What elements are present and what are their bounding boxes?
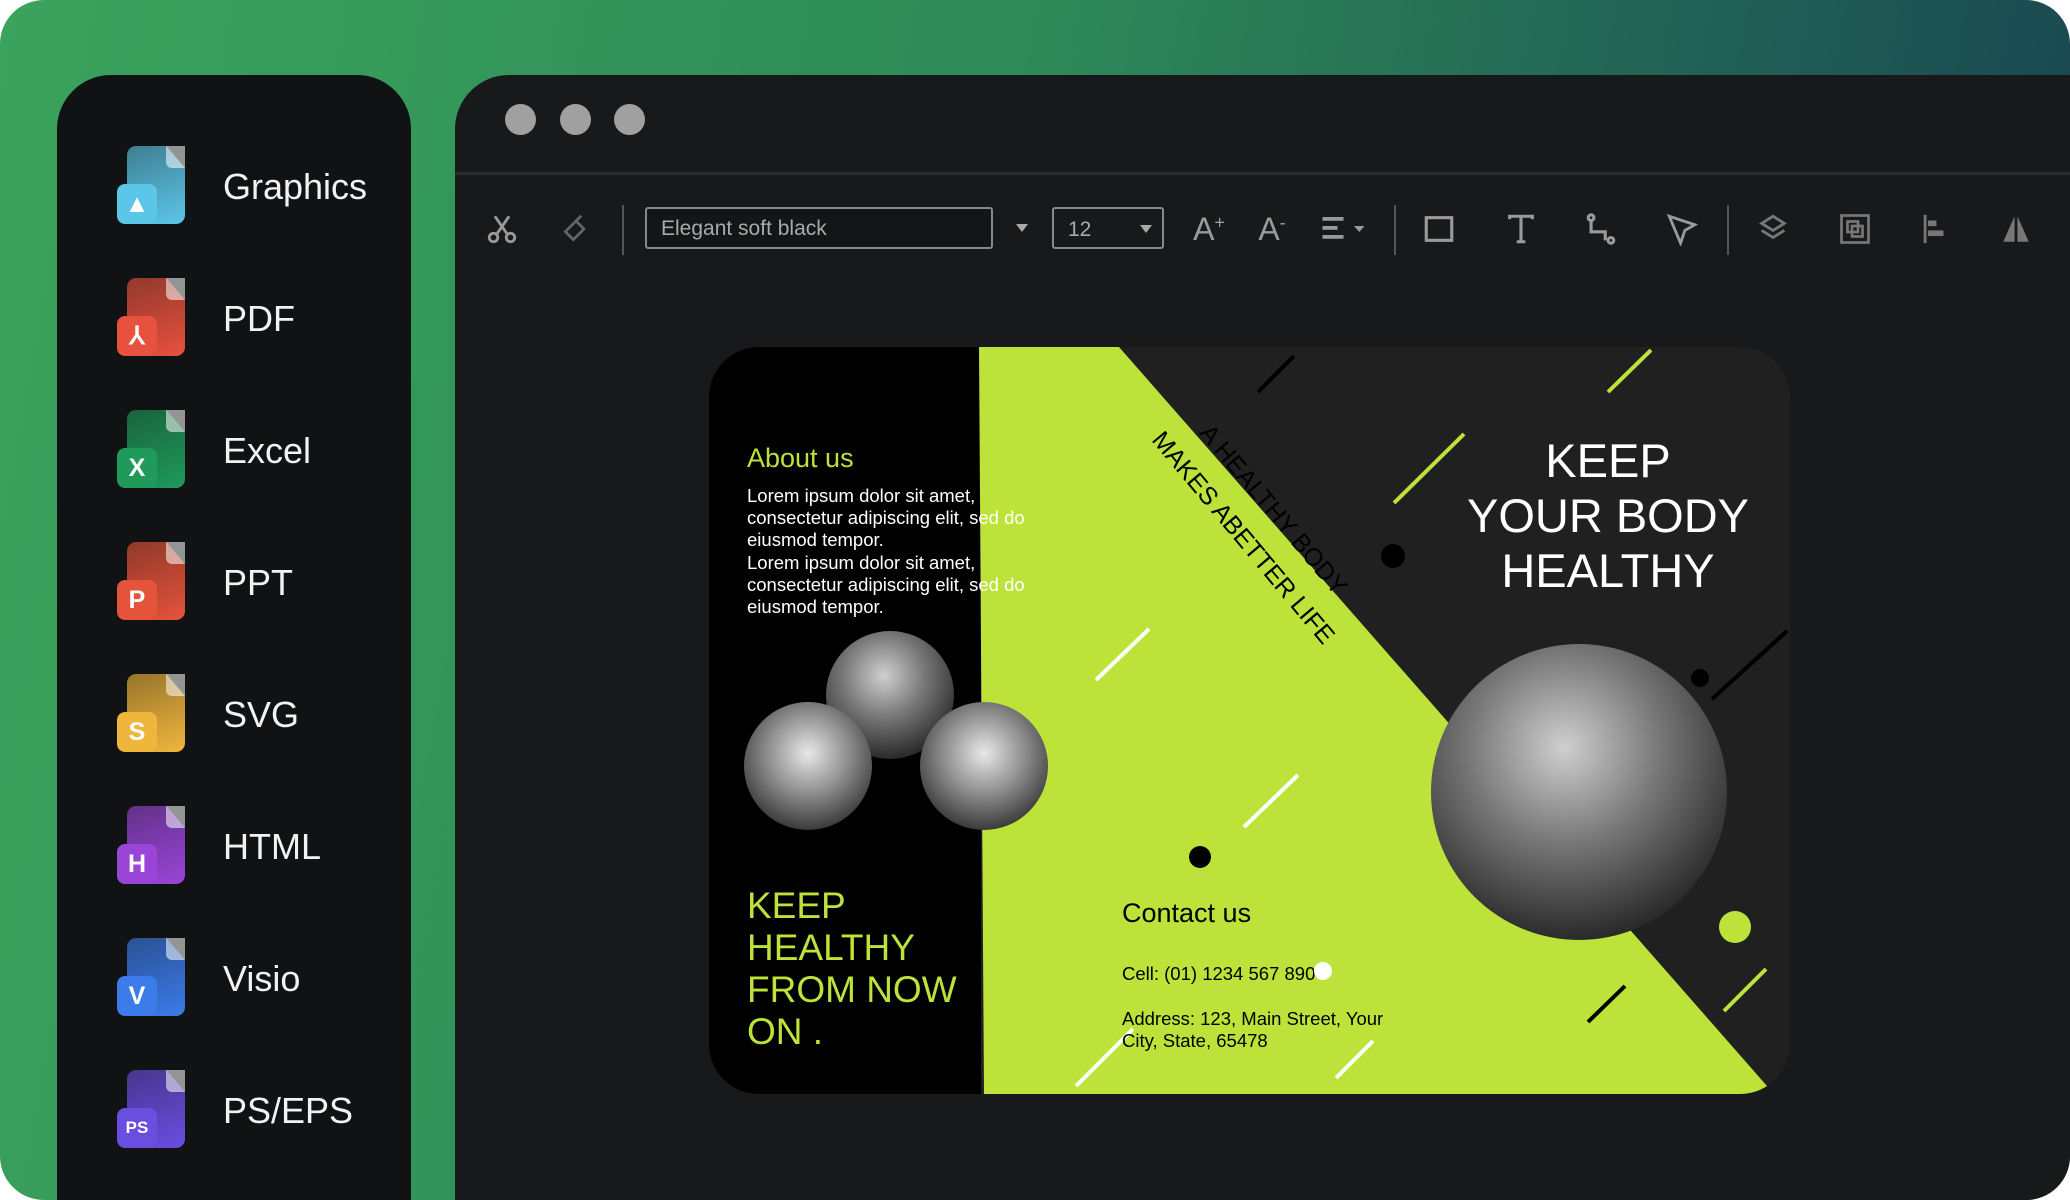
about-line: Lorem ipsum dolor sit amet,	[747, 485, 975, 506]
about-title: About us	[747, 443, 854, 473]
titlebar-divider	[455, 172, 2070, 175]
sidebar-item-label: Excel	[223, 430, 312, 471]
ppt-file-icon: P	[117, 542, 187, 624]
rectangle-icon	[1424, 216, 1454, 242]
toolbar-separator	[1394, 205, 1396, 255]
about-line: consectetur adipiscing elit, sed do	[747, 507, 1025, 528]
align-text-icon	[1322, 217, 1365, 239]
sidebar-item-pdf[interactable]: ⅄ PDF	[117, 274, 407, 364]
graphics-file-icon: ▲	[117, 146, 187, 228]
html-file-icon: H	[117, 806, 187, 888]
text-icon	[1508, 214, 1534, 244]
photo-yoga	[744, 702, 872, 830]
increase-font-button[interactable]: A+	[1189, 207, 1229, 251]
window-minimize-button[interactable]	[560, 104, 591, 135]
app-background: ▲ Graphics ⅄ PDF X Excel P PPT S SVG H H…	[0, 0, 2070, 1200]
contact-title: Contact us	[1122, 898, 1251, 928]
slogan-line: FROM NOW	[747, 969, 957, 1010]
sidebar-item-ppt[interactable]: P PPT	[117, 538, 407, 628]
text-tool-button[interactable]	[1501, 207, 1541, 251]
sidebar-item-label: PDF	[223, 298, 295, 339]
contact-address-line: Address: 123, Main Street, Your	[1122, 1008, 1383, 1029]
sidebar-item-label: Visio	[223, 958, 301, 999]
window-maximize-button[interactable]	[614, 104, 645, 135]
sidebar-item-label: PS/EPS	[223, 1090, 354, 1131]
font-family-input[interactable]: Elegant soft black	[645, 207, 993, 249]
sidebar-item-label: HTML	[223, 826, 321, 867]
excel-file-icon: X	[117, 410, 187, 492]
layers-button[interactable]	[1753, 207, 1793, 251]
visio-file-icon: V	[117, 938, 187, 1020]
connector-icon	[1586, 213, 1616, 245]
font-decrease-icon: A-	[1258, 210, 1286, 247]
sidebar-item-label: PPT	[223, 562, 294, 603]
headline-line: KEEP	[1545, 434, 1670, 487]
font-size-select[interactable]: 12	[1052, 207, 1164, 249]
sidebar-item-excel[interactable]: X Excel	[117, 406, 407, 496]
flip-button[interactable]	[1996, 207, 2036, 251]
scissors-icon	[487, 215, 517, 244]
about-line: eiusmod tempor.	[747, 596, 884, 617]
slogan-line: HEALTHY	[747, 927, 915, 968]
decorative-dot	[1189, 846, 1211, 868]
toolbar-separator	[1727, 205, 1729, 255]
brush-icon	[563, 214, 586, 242]
decorative-dot	[1691, 669, 1709, 687]
slogan-line: KEEP	[747, 885, 846, 926]
about-line: eiusmod tempor.	[747, 529, 884, 550]
ps-eps-file-icon: PS	[117, 1070, 187, 1152]
headline-line: YOUR BODY	[1467, 489, 1749, 542]
sidebar-item-visio[interactable]: V Visio	[117, 934, 407, 1024]
pen-tool-button[interactable]	[1662, 207, 1702, 251]
photo-gym-training	[1431, 644, 1727, 940]
toolbar-separator	[622, 205, 624, 255]
headline-line: HEALTHY	[1501, 544, 1714, 597]
font-size-value: 12	[1068, 218, 1092, 241]
headline: KEEP YOUR BODY HEALTHY	[1467, 434, 1749, 597]
cut-button[interactable]	[482, 207, 522, 251]
chevron-down-icon	[1140, 225, 1152, 233]
about-line: Lorem ipsum dolor sit amet,	[747, 552, 975, 573]
sidebar-item-ps-eps[interactable]: PS PS/EPS	[117, 1066, 407, 1156]
slogan-line: ON .	[747, 1011, 823, 1052]
sidebar-item-graphics[interactable]: ▲ Graphics	[117, 142, 407, 232]
flip-icon	[2003, 216, 2029, 242]
brochure-canvas[interactable]: About us Lorem ipsum dolor sit amet, con…	[709, 347, 1790, 1094]
align-left-icon	[1923, 214, 1944, 244]
format-sidebar: ▲ Graphics ⅄ PDF X Excel P PPT S SVG H H…	[57, 75, 411, 1200]
decorative-dot	[1719, 911, 1751, 943]
rectangle-tool-button[interactable]	[1419, 207, 1459, 251]
photo-fitness-pose	[920, 702, 1048, 830]
align-dropdown-button[interactable]	[1319, 207, 1371, 251]
font-increase-icon: A+	[1193, 210, 1225, 247]
about-line: consectetur adipiscing elit, sed do	[747, 574, 1025, 595]
sidebar-item-html[interactable]: H HTML	[117, 802, 407, 892]
svg-file-icon: S	[117, 674, 187, 756]
contact-address-line: City, State, 65478	[1122, 1030, 1268, 1051]
brochure-design: About us Lorem ipsum dolor sit amet, con…	[709, 347, 1789, 1094]
format-painter-button[interactable]	[556, 207, 596, 251]
pdf-file-icon: ⅄	[117, 278, 187, 360]
decorative-dot	[1314, 962, 1332, 980]
font-dropdown-caret-icon[interactable]	[1016, 224, 1028, 232]
editor-window: Elegant soft black 12 A+ A- About us Lor…	[455, 75, 2070, 1200]
sidebar-item-svg[interactable]: S SVG	[117, 670, 407, 760]
decorative-dot	[1381, 544, 1405, 568]
group-icon	[1840, 214, 1870, 244]
layers-icon	[1758, 214, 1788, 240]
window-close-button[interactable]	[505, 104, 536, 135]
contact-cell: Cell: (01) 1234 567 890	[1122, 963, 1315, 984]
sidebar-item-label: Graphics	[223, 166, 368, 207]
connector-tool-button[interactable]	[1581, 207, 1621, 251]
pen-icon	[1666, 213, 1699, 246]
group-button[interactable]	[1835, 207, 1875, 251]
sidebar-item-label: SVG	[223, 694, 300, 735]
decrease-font-button[interactable]: A-	[1252, 207, 1292, 251]
align-left-button[interactable]	[1915, 207, 1955, 251]
